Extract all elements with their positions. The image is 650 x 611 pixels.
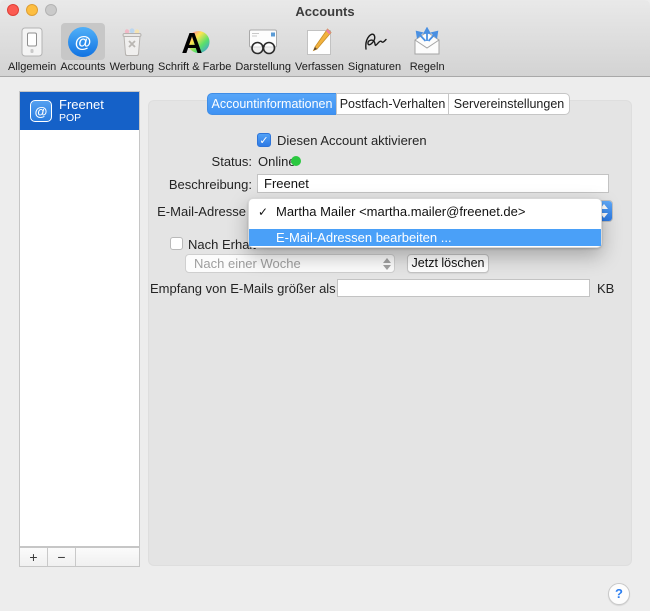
menu-item-martha-mailer[interactable]: ✓ Martha Mailer <martha.mailer@freenet.d… <box>249 200 601 224</box>
toolbar-item-regeln[interactable]: Regeln <box>403 23 451 73</box>
svg-text:@: @ <box>75 32 92 51</box>
delete-interval-popup[interactable]: Nach einer Woche <box>185 254 395 273</box>
toolbar-label: Verfassen <box>295 61 344 73</box>
tab-bar: Accountinformationen Postfach-Verhalten … <box>207 93 570 115</box>
description-label: Beschreibung: <box>168 177 252 192</box>
size-limit-input[interactable] <box>337 279 590 297</box>
toolbar-item-schrift-farbe[interactable]: A Schrift & Farbe <box>156 23 233 74</box>
font-color-icon: A <box>173 23 217 60</box>
toolbar-label: Schrift & Farbe <box>158 61 232 73</box>
account-name: Freenet <box>59 97 104 112</box>
check-icon: ✓ <box>258 205 269 219</box>
account-list-actions: + − <box>19 547 140 567</box>
enable-account-label: Diesen Account aktivieren <box>277 133 427 148</box>
menu-item-edit-addresses[interactable]: E-Mail-Adressen bearbeiten ... <box>249 229 601 246</box>
signature-icon <box>353 23 397 60</box>
remove-account-button[interactable]: − <box>48 548 76 566</box>
list-bar-filler <box>76 548 139 566</box>
size-limit-unit: KB <box>597 281 615 296</box>
help-button[interactable]: ? <box>608 583 630 605</box>
at-icon: @ <box>30 100 52 122</box>
toolbar-label: Regeln <box>409 61 445 73</box>
envelope-arrows-icon <box>405 23 449 60</box>
toolbar-label: Werbung <box>109 61 154 73</box>
account-settings-panel <box>148 100 632 566</box>
toolbar-item-werbung[interactable]: Werbung <box>108 23 156 73</box>
toolbar: Allgemein @ Accounts Werbung A Schrift &… <box>6 23 451 73</box>
mail-preferences-window: Accounts Allgemein @ Accounts Werbung A … <box>0 0 650 611</box>
toolbar-label: Signaturen <box>347 61 402 73</box>
at-icon: @ <box>60 23 105 60</box>
toolbar-item-verfassen[interactable]: Verfassen <box>293 23 346 73</box>
size-limit-label: Empfang von E-Mails größer als <box>150 281 336 296</box>
toolbar-label: Darstellung <box>235 61 291 73</box>
window-chrome: Accounts Allgemein @ Accounts Werbung A … <box>0 0 650 77</box>
toolbar-item-darstellung[interactable]: Darstellung <box>233 23 293 73</box>
status-value: Online <box>258 154 296 169</box>
tab-servereinstellungen[interactable]: Servereinstellungen <box>448 93 570 115</box>
account-list-item-freenet[interactable]: @ Freenet POP <box>20 92 139 130</box>
svg-text:A: A <box>181 28 202 57</box>
online-status-indicator <box>291 156 301 166</box>
toolbar-item-allgemein[interactable]: Allgemein <box>6 23 58 73</box>
delete-now-button[interactable]: Jetzt löschen <box>407 254 489 273</box>
tab-accountinformationen[interactable]: Accountinformationen <box>207 93 337 115</box>
toolbar-item-accounts[interactable]: @ Accounts <box>58 23 107 73</box>
add-account-button[interactable]: + <box>20 548 48 566</box>
pencil-icon <box>297 23 341 60</box>
enable-account-checkbox[interactable]: ✓ <box>257 133 271 147</box>
trash-icon <box>110 23 154 60</box>
tab-postfach-verhalten[interactable]: Postfach-Verhalten <box>336 93 449 115</box>
popup-stepper-icon <box>378 255 391 272</box>
status-label: Status: <box>211 154 252 169</box>
window-title: Accounts <box>295 4 355 19</box>
description-input[interactable] <box>257 174 609 193</box>
delete-after-receive-checkbox[interactable] <box>170 237 183 250</box>
toolbar-label: Accounts <box>60 61 106 73</box>
email-address-label: E-Mail-Adresse <box>157 204 246 219</box>
account-protocol: POP <box>59 112 82 124</box>
switch-icon <box>10 23 54 60</box>
glasses-envelope-icon <box>241 23 285 60</box>
email-address-menu: ✓ Martha Mailer <martha.mailer@freenet.d… <box>248 198 602 248</box>
toolbar-item-signaturen[interactable]: Signaturen <box>346 23 403 73</box>
delete-after-receive-label: Nach Erhalt <box>188 237 256 252</box>
check-icon: ✓ <box>259 135 269 147</box>
toolbar-label: Allgemein <box>8 61 57 73</box>
